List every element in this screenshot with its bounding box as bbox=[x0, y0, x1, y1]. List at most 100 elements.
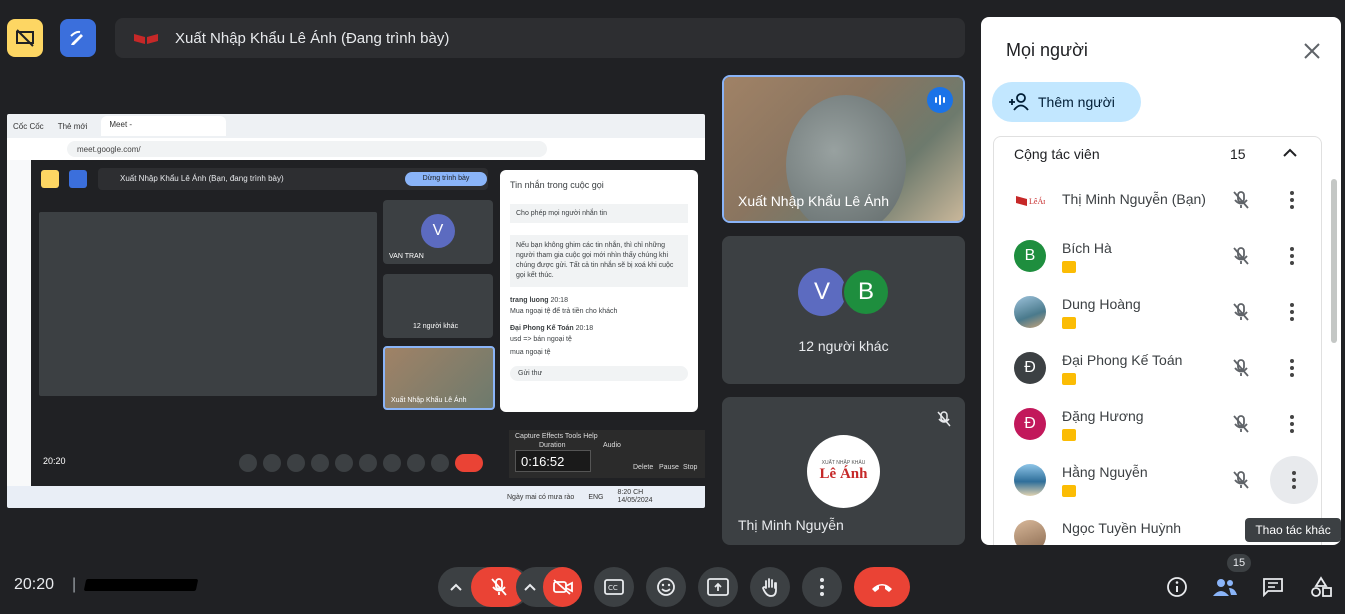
phone-hangup-icon bbox=[872, 584, 892, 592]
more-options-icon[interactable] bbox=[1280, 244, 1304, 268]
nested-chat-panel: Tin nhắn trong cuộc gọi Cho phép mọi ngư… bbox=[500, 170, 698, 412]
raise-hand-button[interactable] bbox=[750, 567, 790, 607]
pen-icon bbox=[70, 30, 83, 45]
camera-toggle-button[interactable] bbox=[543, 567, 582, 607]
presenter-title: Xuất Nhập Khẩu Lê Ánh (Đang trình bày) bbox=[175, 29, 450, 47]
captions-button[interactable]: CC bbox=[594, 567, 634, 607]
section-count: 15 bbox=[1230, 146, 1246, 162]
collaborator-badge-icon bbox=[1062, 317, 1076, 329]
list-item[interactable]: B Bích Hà bbox=[994, 228, 1322, 284]
recorder-time: 0:16:52 bbox=[515, 450, 591, 472]
nested-present-icon bbox=[41, 170, 59, 188]
camera-control-group bbox=[516, 567, 582, 607]
more-options-icon[interactable] bbox=[1280, 188, 1304, 212]
browser-address-bar: meet.google.com/ bbox=[7, 138, 705, 160]
chat-button[interactable] bbox=[1256, 567, 1290, 607]
panel-scrollbar[interactable] bbox=[1331, 179, 1337, 343]
chevron-up-icon[interactable] bbox=[516, 583, 543, 591]
browser-url: meet.google.com/ bbox=[77, 145, 141, 154]
shapes-icon bbox=[1311, 576, 1332, 597]
list-item[interactable]: Dung Hoàng bbox=[994, 284, 1322, 340]
presenting-indicator-button[interactable] bbox=[7, 19, 43, 57]
nested-tile-van: V VAN TRAN bbox=[383, 200, 493, 264]
chat-icon bbox=[1263, 578, 1283, 597]
list-item[interactable]: LêÁnh Thị Minh Nguyễn (Bạn) bbox=[994, 172, 1322, 228]
participant-name: Bích Hà bbox=[1062, 240, 1112, 256]
more-options-button[interactable] bbox=[802, 567, 842, 607]
company-logo-icon bbox=[134, 34, 158, 44]
speaking-indicator-icon bbox=[927, 87, 953, 113]
avatar: LêÁnh bbox=[1014, 184, 1046, 216]
shared-screen: Cốc Cốc Thẻ mới Meet - meet.google.com/ … bbox=[7, 114, 705, 508]
chevron-up-icon[interactable] bbox=[441, 583, 471, 591]
mic-off-icon bbox=[1232, 302, 1250, 327]
avatar: Đ bbox=[1014, 352, 1046, 384]
mic-off-icon bbox=[1232, 246, 1250, 271]
avatar-photo bbox=[1014, 296, 1046, 328]
mic-off-icon bbox=[937, 411, 951, 432]
hand-icon bbox=[762, 578, 777, 597]
section-header-collaborators[interactable]: Cộng tác viên 15 bbox=[993, 136, 1322, 172]
avatar-photo bbox=[1014, 520, 1046, 545]
chevron-up-icon[interactable] bbox=[1282, 145, 1298, 166]
section-title: Cộng tác viên bbox=[1014, 146, 1100, 162]
meeting-code-redacted bbox=[83, 579, 199, 591]
separator: | bbox=[72, 576, 77, 593]
avatar: Đ bbox=[1014, 408, 1046, 440]
mic-off-icon bbox=[1232, 470, 1250, 495]
list-item[interactable]: Hằng Nguyễn bbox=[994, 452, 1322, 508]
avatar-v: V bbox=[798, 268, 846, 316]
list-item[interactable]: Đ Đại Phong Kế Toán bbox=[994, 340, 1322, 396]
leave-call-button[interactable] bbox=[854, 567, 910, 607]
self-name: Thị Minh Nguyễn bbox=[738, 517, 844, 533]
participant-name: Dung Hoàng bbox=[1062, 296, 1141, 312]
list-item[interactable]: Đ Đặng Hương bbox=[994, 396, 1322, 452]
browser-meet-tab: Meet - bbox=[101, 116, 227, 136]
more-options-icon[interactable] bbox=[1280, 412, 1304, 436]
add-person-icon bbox=[1009, 93, 1029, 111]
svg-text:CC: CC bbox=[608, 584, 618, 592]
avatar: B bbox=[1014, 240, 1046, 272]
mic-off-icon bbox=[1232, 190, 1250, 215]
avatar-photo bbox=[1014, 464, 1046, 496]
participant-tile-speaker[interactable]: Xuất Nhập Khẩu Lê Ánh bbox=[722, 75, 965, 223]
panel-title: Mọi người bbox=[1006, 40, 1088, 60]
speaker-name: Xuất Nhập Khẩu Lê Ánh bbox=[738, 193, 890, 209]
present-button[interactable] bbox=[698, 567, 738, 607]
collaborator-badge-icon bbox=[1062, 373, 1076, 385]
more-vert-icon bbox=[820, 578, 824, 596]
others-label: 12 người khác bbox=[798, 338, 889, 354]
more-options-icon[interactable] bbox=[1280, 356, 1304, 380]
windows-taskbar: Ngày mai có mưa rào ENG 8:20 CH 14/05/202… bbox=[7, 486, 705, 508]
presentation-title-bar: Xuất Nhập Khẩu Lê Ánh (Đang trình bày) bbox=[115, 18, 965, 58]
browser-name: Cốc Cốc bbox=[13, 121, 44, 131]
participant-name: Đại Phong Kế Toán bbox=[1062, 352, 1183, 368]
whiteboard-button[interactable] bbox=[60, 19, 96, 57]
info-icon bbox=[1167, 577, 1187, 597]
reactions-button[interactable] bbox=[646, 567, 686, 607]
people-icon bbox=[1213, 579, 1237, 596]
nested-tile-speaker: Xuất Nhập Khẩu Lê Ánh bbox=[383, 346, 495, 410]
add-people-button[interactable]: Thêm người bbox=[992, 82, 1141, 122]
nested-meet-view: Xuất Nhập Khẩu Lê Ánh (Bạn, đang trình b… bbox=[31, 160, 705, 486]
present-screen-off-icon bbox=[16, 29, 34, 47]
meeting-clock: 20:20 bbox=[14, 576, 55, 593]
people-panel: Mọi người Thêm người Cộng tác viên 15 Lê… bbox=[981, 17, 1341, 545]
collaborator-badge-icon bbox=[1062, 485, 1076, 497]
participant-tile-others[interactable]: V B 12 người khác bbox=[722, 236, 965, 384]
mic-off-icon bbox=[1232, 414, 1250, 439]
nested-clock: 20:20 bbox=[43, 456, 66, 466]
people-button[interactable] bbox=[1208, 567, 1242, 607]
participant-tile-self[interactable]: XUẤT NHẬP KHẨU Lê Ánh Thị Minh Nguyễn bbox=[722, 397, 965, 545]
browser-sidebar bbox=[7, 160, 31, 486]
emoji-icon bbox=[657, 578, 675, 596]
browser-new-tab: Thẻ mới bbox=[57, 121, 88, 131]
self-logo: XUẤT NHẬP KHẨU Lê Ánh bbox=[807, 435, 880, 508]
browser-tab-bar: Cốc Cốc Thẻ mới Meet - bbox=[7, 114, 705, 138]
captions-icon: CC bbox=[604, 579, 624, 595]
activities-button[interactable] bbox=[1304, 567, 1338, 607]
more-options-icon[interactable] bbox=[1280, 300, 1304, 324]
close-icon[interactable] bbox=[1301, 40, 1323, 62]
more-options-icon[interactable] bbox=[1270, 456, 1318, 504]
meeting-info-button[interactable] bbox=[1160, 567, 1194, 607]
